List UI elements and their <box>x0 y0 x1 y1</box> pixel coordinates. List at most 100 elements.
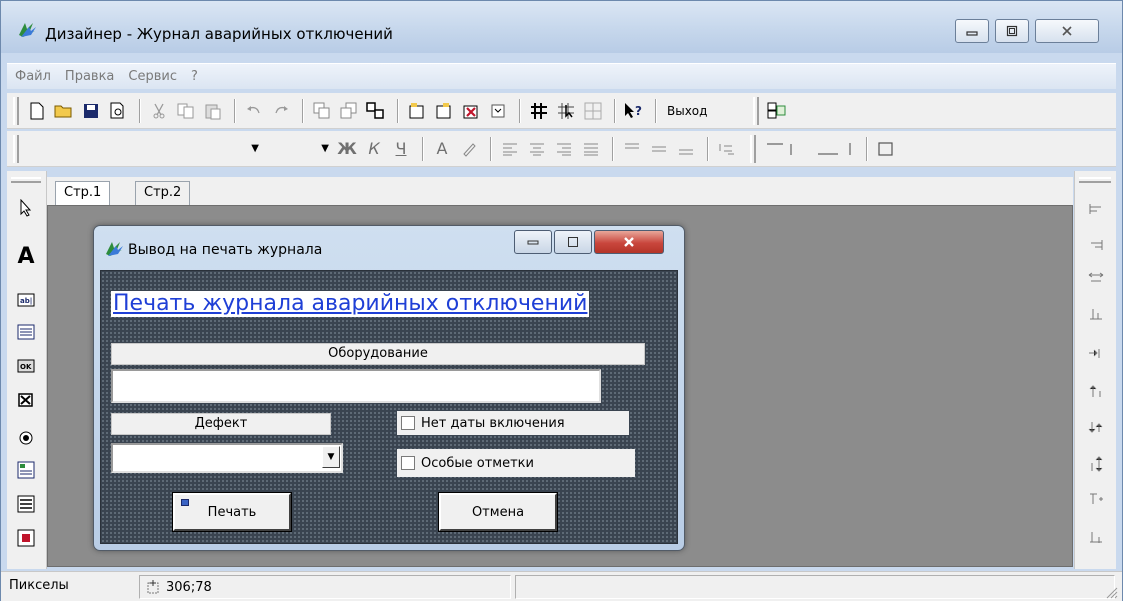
menu-edit[interactable]: Правка <box>65 69 114 84</box>
page-menu-button[interactable] <box>486 99 510 123</box>
frame-button[interactable] <box>874 137 898 161</box>
paste-button[interactable] <box>201 99 225 123</box>
grid-button[interactable] <box>527 99 551 123</box>
menu-help[interactable]: ? <box>191 69 198 84</box>
align-center-v-button[interactable] <box>1085 345 1107 367</box>
valign-middle-button[interactable] <box>647 137 671 161</box>
bold-button[interactable]: Ж <box>335 139 359 158</box>
form-close-button[interactable] <box>594 230 664 254</box>
coords-text: 306;78 <box>166 579 212 595</box>
copy-icon <box>177 103 194 118</box>
edit-field-tool[interactable]: ab| <box>15 289 37 311</box>
toolbox-grip[interactable] <box>1079 177 1111 183</box>
same-width-button[interactable] <box>1085 271 1107 293</box>
maximize-button[interactable] <box>995 19 1029 43</box>
preview-button[interactable] <box>106 99 130 123</box>
valign-top-icon <box>625 143 639 148</box>
toolbar-grip[interactable] <box>750 134 756 163</box>
valign-top-button[interactable] <box>620 137 644 161</box>
italic-button[interactable]: К <box>362 139 386 158</box>
word-wrap-button[interactable] <box>715 137 739 161</box>
tab-page-2[interactable]: Стр.2 <box>135 181 191 205</box>
align-bottom-button[interactable] <box>1085 305 1107 327</box>
valign-bottom-button[interactable] <box>674 137 698 161</box>
cancel-button[interactable]: Отмена <box>438 492 558 532</box>
print-journal-link[interactable]: Печать журнала аварийных отключений <box>111 291 590 317</box>
toolbox-grip[interactable] <box>11 177 41 183</box>
text-tool[interactable]: A <box>15 244 37 269</box>
resize-grip-icon[interactable] <box>1104 585 1118 599</box>
space-up-icon <box>1089 385 1101 397</box>
copy-page-button[interactable] <box>432 99 456 123</box>
checkbox-tool[interactable] <box>15 389 37 411</box>
space-even-button[interactable] <box>1085 529 1107 551</box>
line-top-button[interactable] <box>762 137 798 161</box>
font-name-combo[interactable]: ▼ <box>25 137 265 161</box>
minimize-button[interactable] <box>955 19 989 43</box>
align-left-button[interactable] <box>498 137 522 161</box>
fill-color-button[interactable] <box>457 137 481 161</box>
redo-icon <box>275 105 288 113</box>
table-grid-icon <box>17 529 35 547</box>
no-date-checkbox[interactable]: Нет даты включения <box>397 411 629 435</box>
menu-service[interactable]: Сервис <box>128 69 177 84</box>
print-button[interactable]: Печать <box>172 492 292 532</box>
redo-button[interactable] <box>269 99 293 123</box>
align-right-button[interactable] <box>552 137 576 161</box>
font-size-combo[interactable]: ▼ <box>265 137 335 161</box>
form-minimize-button[interactable] <box>514 230 552 254</box>
space-down-button[interactable] <box>1085 419 1107 441</box>
exit-button[interactable]: Выход <box>667 104 707 118</box>
same-height-button[interactable] <box>1085 455 1107 477</box>
combo-dropdown-button[interactable]: ▼ <box>322 446 340 468</box>
form-maximize-button[interactable] <box>554 230 592 254</box>
delete-page-button[interactable] <box>459 99 483 123</box>
toolbar-grip[interactable] <box>13 96 19 125</box>
special-marks-checkbox[interactable]: Особые отметки <box>397 449 635 477</box>
table-tool[interactable] <box>15 527 37 549</box>
align-justify-button[interactable] <box>579 137 603 161</box>
undo-button[interactable] <box>242 99 266 123</box>
align-top-button[interactable] <box>1085 491 1107 513</box>
cursor-position-icon <box>147 580 159 594</box>
defect-combobox[interactable]: ▼ <box>111 443 343 473</box>
snap-grid-button[interactable] <box>554 99 578 123</box>
copy-page-icon <box>436 102 451 118</box>
cancel-button-label: Отмена <box>471 504 525 520</box>
form-client-area[interactable]: Печать журнала аварийных отключений Обор… <box>100 270 678 544</box>
font-color-button[interactable]: A <box>430 139 454 158</box>
toolbar-grip[interactable] <box>753 96 760 125</box>
group-box-tool[interactable] <box>15 459 37 481</box>
tab-page-1[interactable]: Стр.1 <box>55 181 111 205</box>
line-bottom-button[interactable] <box>801 137 857 161</box>
align-center-button[interactable] <box>525 137 549 161</box>
new-button[interactable] <box>25 99 49 123</box>
context-help-button[interactable]: ? <box>622 99 646 123</box>
table-button[interactable] <box>581 99 605 123</box>
list-tool[interactable] <box>15 321 37 343</box>
open-button[interactable] <box>52 99 76 123</box>
properties-button[interactable] <box>765 99 789 123</box>
button-tool[interactable]: OK <box>15 355 37 377</box>
radio-tool[interactable] <box>15 427 37 449</box>
save-button[interactable] <box>79 99 103 123</box>
equipment-field[interactable] <box>111 369 601 403</box>
menu-file[interactable]: Файл <box>15 69 51 84</box>
pointer-tool[interactable] <box>15 197 37 219</box>
space-up-button[interactable] <box>1085 383 1107 405</box>
copy-button[interactable] <box>174 99 198 123</box>
send-back-button[interactable] <box>337 99 361 123</box>
toolbar-grip[interactable] <box>13 134 19 163</box>
bring-front-button[interactable] <box>310 99 334 123</box>
align-right-edges-button[interactable] <box>1085 237 1107 259</box>
close-button[interactable] <box>1035 19 1099 43</box>
underline-button[interactable]: Ч <box>389 139 413 158</box>
form-window[interactable]: Вывод на печать журнала Печать журнала а… <box>93 225 685 551</box>
new-page-button[interactable] <box>405 99 429 123</box>
list-icon <box>17 324 35 340</box>
align-left-edges-button[interactable] <box>1085 201 1107 223</box>
combobox-tool[interactable] <box>15 493 37 515</box>
cut-button[interactable] <box>147 99 171 123</box>
group-button[interactable] <box>364 99 388 123</box>
same-width-icon <box>1088 272 1104 282</box>
